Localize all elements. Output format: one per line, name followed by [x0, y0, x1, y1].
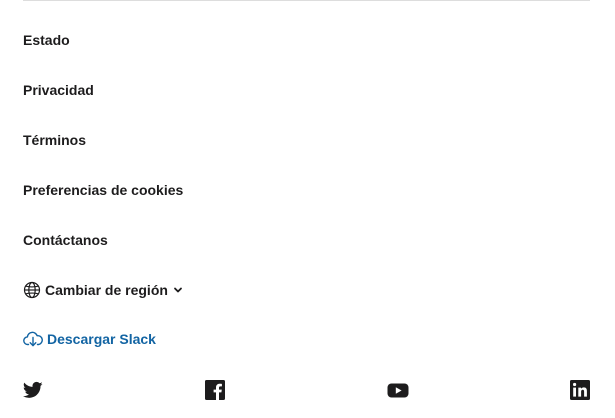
download-slack-link[interactable]: Descargar Slack [23, 329, 156, 349]
twitter-icon[interactable] [23, 380, 43, 400]
youtube-icon[interactable] [387, 380, 409, 400]
footer-link-cookie-preferences[interactable]: Preferencias de cookies [23, 180, 183, 200]
linkedin-icon[interactable] [570, 380, 590, 400]
globe-icon [23, 281, 41, 299]
top-divider [23, 0, 590, 1]
footer-link-estado[interactable]: Estado [23, 30, 70, 50]
change-region-label: Cambiar de región [45, 282, 168, 298]
cloud-download-icon [23, 330, 43, 348]
change-region-button[interactable]: Cambiar de región [23, 280, 184, 300]
chevron-down-icon [172, 284, 184, 296]
download-slack-label: Descargar Slack [47, 331, 156, 347]
facebook-icon[interactable] [205, 380, 225, 400]
footer-link-contactanos[interactable]: Contáctanos [23, 230, 108, 250]
footer-link-privacidad[interactable]: Privacidad [23, 80, 94, 100]
footer-link-terminos[interactable]: Términos [23, 130, 86, 150]
